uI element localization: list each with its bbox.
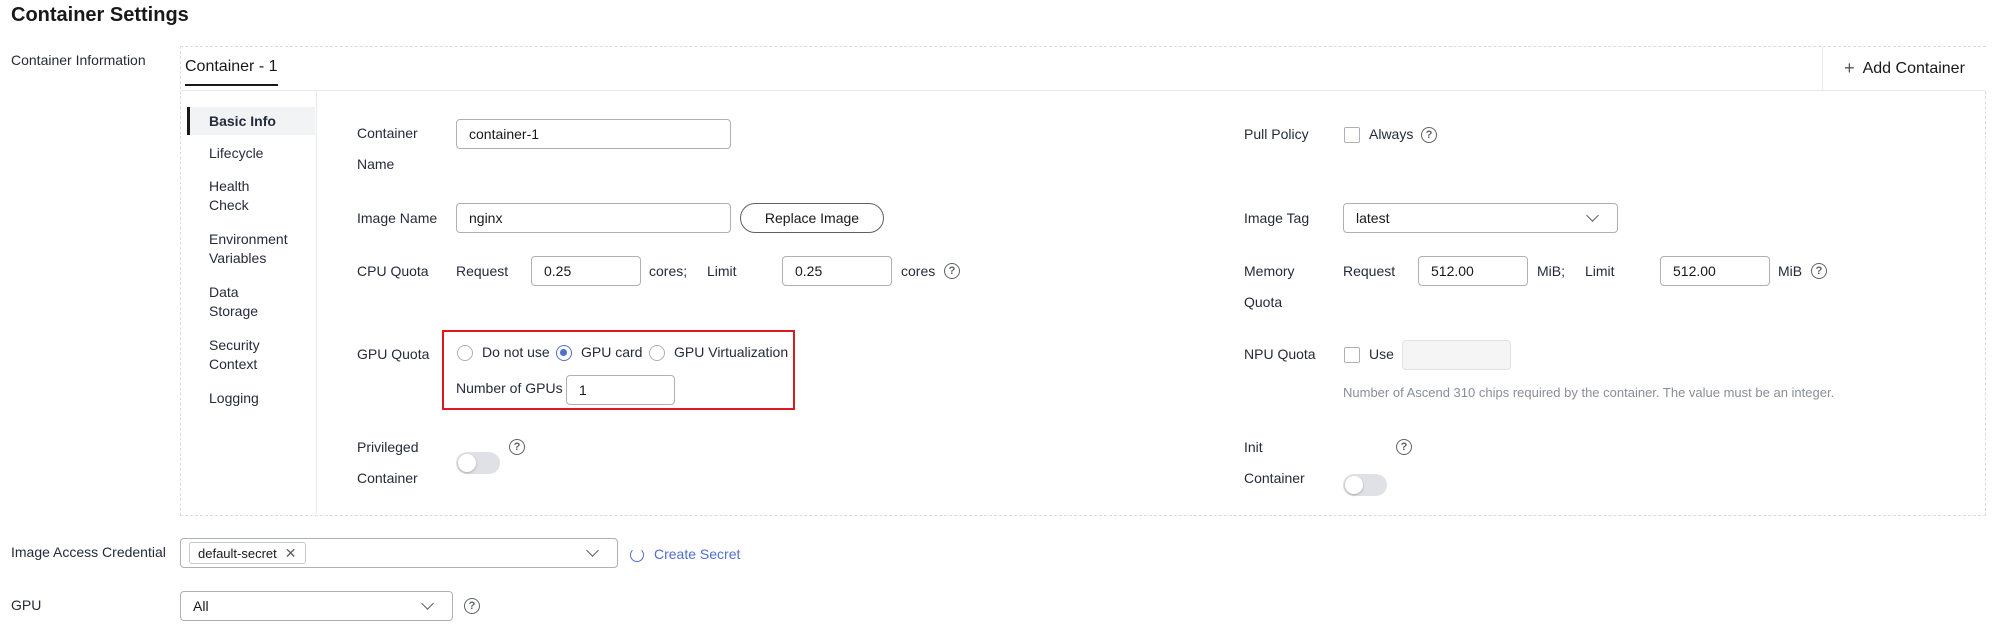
sidenav-item-label: Health [209, 178, 250, 194]
image-name-input[interactable]: nginx [456, 203, 731, 233]
memory-limit-input[interactable]: 512.00 [1660, 256, 1770, 286]
replace-image-button[interactable]: Replace Image [740, 203, 884, 233]
image-credential-label: Image Access Credential [11, 544, 166, 560]
image-credential-select[interactable]: default-secret ✕ [180, 538, 618, 568]
gpu-option-gpu-card-label[interactable]: GPU card [581, 342, 642, 362]
pull-policy-always-checkbox[interactable] [1344, 127, 1360, 143]
sidenav-item-label: Environment [209, 231, 288, 247]
plus-icon: + [1844, 58, 1855, 78]
image-tag-label: Image Tag [1244, 210, 1310, 226]
sidenav-item-basic-info[interactable]: Basic Info [187, 107, 315, 135]
gpu-option-do-not-use-radio[interactable] [457, 345, 473, 361]
add-container-label: Add Container [1862, 59, 1965, 77]
add-container-button[interactable]: + Add Container [1822, 47, 1986, 90]
gpu-option-gpu-card-radio[interactable] [556, 345, 572, 361]
credential-tag-label: default-secret [198, 545, 277, 561]
close-icon[interactable]: ✕ [285, 545, 297, 562]
image-name-label: Image Name [357, 210, 438, 226]
help-icon[interactable]: ? [1421, 127, 1437, 143]
privileged-container-label: Privileged Container [357, 437, 418, 488]
gpu-option-do-not-use-label[interactable]: Do not use [482, 342, 550, 362]
label-line: Quota [1244, 294, 1283, 310]
pull-policy-label: Pull Policy [1244, 126, 1309, 142]
chevron-down-icon [586, 544, 599, 557]
help-icon[interactable]: ? [464, 598, 480, 614]
cpu-limit-label: Limit [707, 263, 737, 279]
container-info-label: Container Information [11, 52, 146, 68]
privileged-container-toggle[interactable] [456, 452, 500, 474]
npu-use-checkbox[interactable] [1344, 347, 1360, 363]
sidenav-item-label: Variables [209, 250, 267, 266]
sidenav-item-label: Storage [209, 303, 259, 319]
cpu-request-unit: cores; [649, 263, 688, 279]
container-name-input[interactable]: container-1 [456, 119, 731, 149]
cpu-quota-label: CPU Quota [357, 263, 429, 279]
label-line: Init [1244, 439, 1263, 455]
sidenav-item-environment-variables[interactable]: Environment Variables [187, 230, 315, 268]
sidenav-item-label: Check [209, 197, 249, 213]
sidenav-item-lifecycle[interactable]: Lifecycle [187, 144, 315, 163]
image-tag-value: latest [1356, 210, 1390, 226]
memory-limit-unit: MiB [1778, 263, 1803, 279]
sidenav-item-logging[interactable]: Logging [187, 389, 315, 408]
gpu-select-value: All [193, 598, 209, 614]
memory-request-unit: MiB; [1537, 263, 1565, 279]
chevron-down-icon [1586, 209, 1599, 222]
sidenav-item-data-storage[interactable]: Data Storage [187, 283, 315, 321]
memory-quota-label: Memory Quota [1244, 261, 1295, 312]
npu-hint-text: Number of Ascend 310 chips required by t… [1343, 385, 1835, 400]
label-line: Name [357, 156, 395, 172]
gpu-option-virtualization-radio[interactable] [649, 345, 665, 361]
sidenav-item-label: Security [209, 337, 260, 353]
init-container-label: Init Container [1244, 437, 1305, 488]
npu-quota-label: NPU Quota [1244, 346, 1316, 362]
gpu-select[interactable]: All [180, 591, 453, 621]
create-secret-link[interactable]: Create Secret [654, 546, 740, 562]
page-title: Container Settings [11, 4, 189, 26]
refresh-icon[interactable] [630, 548, 644, 562]
gpu-count-input[interactable]: 1 [566, 375, 675, 405]
gpu-quota-label: GPU Quota [357, 346, 430, 362]
memory-request-label: Request [1343, 263, 1396, 279]
help-icon[interactable]: ? [1396, 439, 1412, 455]
npu-use-label: Use [1369, 346, 1394, 362]
sidenav-item-security-context[interactable]: Security Context [187, 336, 315, 374]
memory-request-input[interactable]: 512.00 [1418, 256, 1528, 286]
tab-bar [181, 47, 1985, 91]
label-line: Container [1244, 470, 1305, 486]
chevron-down-icon [421, 597, 434, 610]
gpu-option-virtualization-label[interactable]: GPU Virtualization [674, 342, 788, 362]
sidenav-item-health-check[interactable]: Health Check [187, 177, 315, 215]
tab-container-1[interactable]: Container - 1 [185, 58, 278, 86]
label-line: Container [357, 470, 418, 486]
pull-policy-always-label: Always [1369, 126, 1414, 142]
cpu-limit-unit: cores [901, 263, 936, 279]
label-line: Container [357, 125, 418, 141]
credential-tag: default-secret ✕ [189, 542, 306, 564]
sidenav-divider [316, 91, 317, 514]
cpu-request-label: Request [456, 263, 509, 279]
help-icon[interactable]: ? [944, 263, 960, 279]
image-tag-select[interactable]: latest [1343, 203, 1618, 233]
gpu-label: GPU [11, 597, 42, 613]
sidenav-item-label: Data [209, 284, 239, 300]
label-line: Memory [1244, 263, 1295, 279]
cpu-limit-input[interactable]: 0.25 [782, 256, 892, 286]
help-icon[interactable]: ? [1811, 263, 1827, 279]
sidenav-item-label: Context [209, 356, 258, 372]
init-container-toggle[interactable] [1343, 474, 1387, 496]
label-line: Privileged [357, 439, 419, 455]
npu-count-input [1402, 340, 1511, 370]
cpu-request-input[interactable]: 0.25 [531, 256, 641, 286]
container-name-label: Container Name [357, 123, 418, 174]
gpu-count-label: Number of GPUs [456, 380, 563, 396]
help-icon[interactable]: ? [509, 439, 525, 455]
memory-limit-label: Limit [1585, 263, 1615, 279]
